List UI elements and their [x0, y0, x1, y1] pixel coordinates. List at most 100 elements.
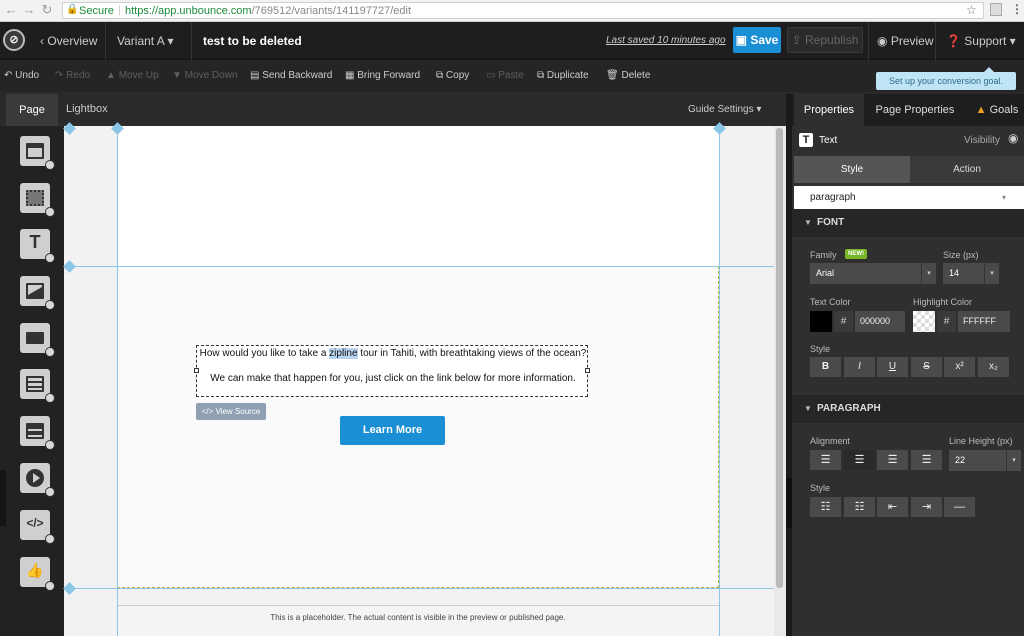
- move-down-button[interactable]: ▼ Move Down: [172, 70, 238, 81]
- outdent-icon[interactable]: ⇤: [877, 497, 908, 517]
- trash-icon: 🗑: [606, 70, 622, 81]
- copy-button[interactable]: ⧉ Copy: [436, 70, 469, 81]
- resize-handle-right[interactable]: [585, 368, 590, 373]
- undo-button[interactable]: ↶ Undo: [4, 70, 39, 81]
- image-tool-icon[interactable]: [20, 276, 55, 310]
- box-tool-icon[interactable]: [20, 183, 55, 217]
- indent-icon[interactable]: ⇥: [911, 497, 942, 517]
- align-justify-icon[interactable]: ☰: [877, 450, 908, 470]
- duplicate-button[interactable]: ⧉ Duplicate: [537, 70, 589, 81]
- chevron-down-icon: ▾: [1001, 193, 1006, 202]
- font-section-label: FONT: [817, 217, 845, 228]
- social-tool-icon[interactable]: 👍: [20, 557, 55, 591]
- highlight-color-swatch[interactable]: [913, 311, 935, 332]
- paragraph-section-header[interactable]: ▼ PARAGRAPH: [792, 395, 1024, 423]
- hash-label: #: [937, 311, 956, 332]
- align-left-icon[interactable]: ☰: [810, 450, 841, 470]
- back-icon[interactable]: ←: [4, 2, 18, 18]
- bookmark-star-icon[interactable]: ☆: [966, 3, 977, 17]
- address-bar[interactable]: 🔒 Secure | https://app.unbounce.com/7695…: [62, 2, 984, 19]
- page-name[interactable]: test to be deleted: [203, 22, 302, 60]
- form-tool-icon[interactable]: [20, 369, 55, 403]
- tab-page[interactable]: Page: [6, 94, 58, 126]
- copy-icon: ⧉: [436, 70, 446, 81]
- tab-properties[interactable]: Properties: [794, 94, 864, 126]
- paragraph-1-text-end: tour in Tahiti, with breathtaking views …: [357, 348, 587, 359]
- tab-page-properties[interactable]: Page Properties: [866, 94, 964, 126]
- button-tool-icon[interactable]: [20, 323, 55, 357]
- forward-icon[interactable]: →: [22, 2, 36, 18]
- paste-button[interactable]: ▭ Paste: [486, 70, 524, 81]
- send-backward-button[interactable]: ▤ Send Backward: [250, 70, 332, 81]
- page-section[interactable]: [117, 126, 719, 266]
- republish-button[interactable]: ⇪ Republish: [787, 27, 863, 53]
- redo-button[interactable]: ↷ Redo: [55, 70, 90, 81]
- delete-button[interactable]: 🗑 Delete: [606, 70, 650, 81]
- extension-icon[interactable]: [990, 3, 1002, 16]
- preview-button[interactable]: ◉ Preview: [868, 22, 936, 60]
- strikethrough-button[interactable]: S: [911, 357, 942, 377]
- tab-lightbox[interactable]: Lightbox: [66, 103, 108, 115]
- subscript-button[interactable]: x₂: [978, 357, 1009, 377]
- bring-forward-button[interactable]: ▦ Bring Forward: [345, 70, 420, 81]
- view-source-button[interactable]: </> View Source: [196, 403, 266, 420]
- highlight-color-input[interactable]: FFFFFF: [958, 311, 1010, 332]
- canvas-scrollbar-thumb[interactable]: [776, 128, 783, 588]
- video-tool-icon[interactable]: [20, 463, 55, 497]
- paragraph-style-label: Style: [810, 483, 831, 493]
- text-color-input[interactable]: 000000: [855, 311, 905, 332]
- align-center-icon[interactable]: ☰: [844, 450, 875, 470]
- browser-menu-icon[interactable]: ⋮: [1011, 2, 1023, 16]
- save-button[interactable]: ▣ Save: [733, 27, 781, 53]
- underline-button[interactable]: U: [877, 357, 908, 377]
- alignment-label: Alignment: [810, 436, 851, 446]
- custom-html-block-tool-icon[interactable]: [20, 416, 55, 450]
- conversion-goal-tooltip[interactable]: Set up your conversion goal.: [876, 67, 1016, 90]
- copy-label: Copy: [445, 70, 470, 81]
- text-element[interactable]: How would you like to take a zipline tou…: [194, 345, 590, 397]
- line-height-select[interactable]: 22 ▾: [949, 450, 1021, 471]
- save-label: Save: [750, 33, 779, 47]
- text-color-swatch[interactable]: [810, 311, 832, 332]
- reload-icon[interactable]: ↻: [40, 2, 54, 18]
- selected-word[interactable]: zipline: [329, 348, 358, 359]
- text-style-select[interactable]: paragraph ▾: [794, 186, 1024, 209]
- italic-button[interactable]: I: [844, 357, 875, 377]
- learn-more-button[interactable]: Learn More: [340, 416, 445, 445]
- support-dropdown[interactable]: ❓ Support ▾: [936, 22, 1024, 60]
- unbounce-logo-icon[interactable]: ⊘: [3, 29, 25, 51]
- font-size-select[interactable]: 14 ▾: [943, 263, 999, 284]
- bold-button[interactable]: B: [810, 357, 841, 377]
- font-family-select[interactable]: Arial ▾: [810, 263, 936, 284]
- guide-settings-dropdown[interactable]: Guide Settings ▾: [688, 104, 761, 115]
- tab-goals[interactable]: ▲ Goals: [970, 94, 1024, 126]
- variant-dropdown[interactable]: Variant A ▾: [106, 22, 192, 60]
- align-right-icon[interactable]: ☰: [911, 450, 942, 470]
- chevron-down-icon: ▾: [984, 263, 999, 284]
- resize-handle-left[interactable]: [194, 368, 199, 373]
- highlight-color-label: Highlight Color: [913, 297, 973, 307]
- superscript-button[interactable]: x²: [944, 357, 975, 377]
- guide-line-top[interactable]: [64, 266, 774, 267]
- guide-line-right[interactable]: [719, 126, 720, 636]
- text-paragraph-1[interactable]: How would you like to take a zipline tou…: [197, 347, 589, 361]
- text-paragraph-2[interactable]: We can make that happen for you, just cl…: [197, 373, 589, 384]
- guide-line-left[interactable]: [117, 126, 118, 636]
- tab-action[interactable]: Action: [910, 156, 1024, 183]
- tab-style[interactable]: Style: [794, 156, 910, 183]
- horizontal-rule-icon[interactable]: —: [944, 497, 975, 517]
- custom-html-tool-icon[interactable]: </>: [20, 510, 55, 544]
- visibility-eye-icon[interactable]: ◉: [1008, 131, 1018, 145]
- numbered-list-icon[interactable]: ☷: [844, 497, 875, 517]
- font-section-header[interactable]: ▼ FONT: [792, 209, 1024, 237]
- last-saved-link[interactable]: Last saved 10 minutes ago: [606, 35, 726, 46]
- section-tool-icon[interactable]: [20, 136, 55, 170]
- move-up-button[interactable]: ▲ Move Up: [106, 70, 159, 81]
- republish-label: Republish: [805, 33, 859, 47]
- overview-link[interactable]: ‹ Overview: [32, 22, 106, 60]
- guide-line-bottom[interactable]: [64, 588, 774, 589]
- sidebar-collapse-handle[interactable]: [0, 470, 6, 526]
- bullet-list-icon[interactable]: ☷: [810, 497, 841, 517]
- text-tool-icon[interactable]: T: [20, 229, 55, 263]
- undo-label: Undo: [15, 70, 40, 81]
